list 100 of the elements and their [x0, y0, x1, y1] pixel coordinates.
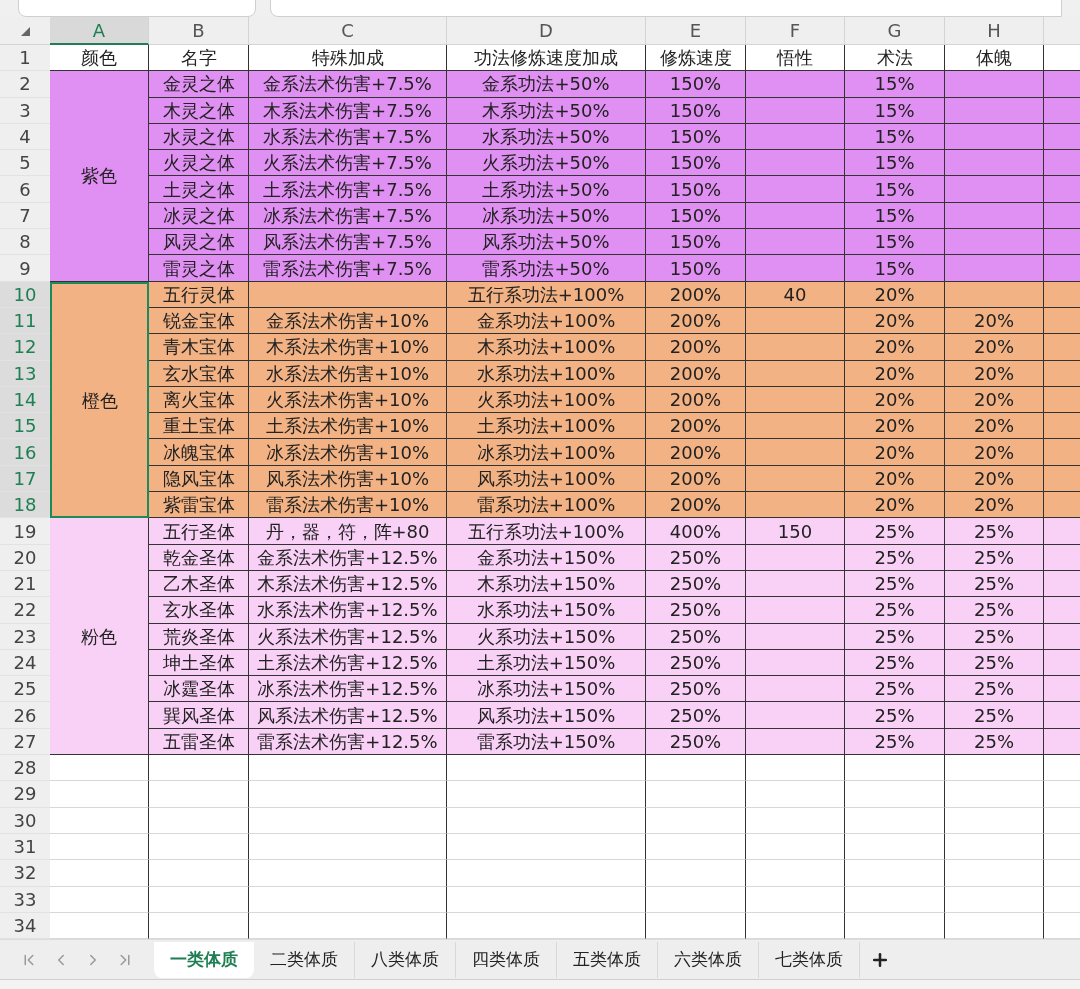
table-cell: 250% — [646, 676, 746, 703]
table-cell: 风系法术伤害+12.5% — [249, 702, 447, 729]
table-cell: 风系功法+50% — [447, 229, 646, 256]
table-cell: 风系法术伤害+7.5% — [249, 229, 447, 256]
table-cell: 土系法术伤害+10% — [249, 413, 447, 440]
table-cell: 坤土圣体 — [149, 649, 249, 677]
sheet-tab[interactable]: 二类体质 — [254, 941, 355, 978]
table-cell: 风灵之体 — [149, 229, 249, 256]
row-header[interactable]: 11 — [0, 307, 50, 335]
table-cell: 雷系法术伤害+10% — [249, 492, 447, 519]
table-cell: 20% — [945, 413, 1044, 440]
column-header[interactable]: F — [746, 17, 845, 45]
table-cell: 20% — [845, 492, 945, 519]
row-header[interactable]: 15 — [0, 413, 50, 440]
table-cell: 重土宝体 — [149, 413, 249, 440]
table-cell: 火系功法+150% — [447, 623, 646, 650]
table-cell: 冰系法术伤害+10% — [249, 439, 447, 466]
column-header[interactable]: A — [50, 17, 149, 45]
table-cell: 水系功法+50% — [447, 123, 646, 151]
table-cell: 15% — [845, 176, 945, 203]
table-cell: 20% — [845, 307, 945, 335]
table-cell: 水系法术伤害+10% — [249, 360, 447, 387]
row-header[interactable]: 17 — [0, 465, 50, 493]
table-cell: 40 — [746, 281, 845, 308]
table-cell: 25% — [845, 623, 945, 650]
column-header[interactable]: D — [447, 17, 646, 45]
sheet-tab[interactable]: 四类体质 — [456, 941, 557, 978]
row-header[interactable]: 18 — [0, 492, 50, 519]
formula-field[interactable] — [270, 0, 1062, 17]
table-cell: 20% — [945, 492, 1044, 519]
table-cell: 冰系法术伤害+12.5% — [249, 676, 447, 703]
table-cell: 150 — [746, 518, 845, 545]
table-cell: 冰霆圣体 — [149, 676, 249, 703]
table-cell: 玄水宝体 — [149, 360, 249, 387]
table-cell: 200% — [646, 307, 746, 335]
table-cell: 火系法术伤害+7.5% — [249, 150, 447, 177]
table-cell: 金系法术伤害+10% — [249, 307, 447, 335]
sheet-tab[interactable]: 五类体质 — [557, 941, 658, 978]
table-cell: 150% — [646, 71, 746, 98]
table-cell: 五行灵体 — [149, 281, 249, 308]
table-cell: 木系功法+150% — [447, 570, 646, 598]
table-cell: 20% — [845, 334, 945, 361]
table-cell: 五行系功法+100% — [447, 281, 646, 308]
table-cell: 150% — [646, 202, 746, 230]
table-cell: 金系法术伤害+7.5% — [249, 71, 447, 98]
table-cell: 冰灵之体 — [149, 202, 249, 230]
table-cell: 金系法术伤害+12.5% — [249, 544, 447, 571]
table-cell: 250% — [646, 544, 746, 571]
table-cell: 20% — [845, 360, 945, 387]
table-cell: 25% — [845, 544, 945, 571]
table-cell: 隐风宝体 — [149, 465, 249, 493]
table-cell: 冰系功法+50% — [447, 202, 646, 230]
table-cell: 150% — [646, 229, 746, 256]
column-header[interactable]: H — [945, 17, 1044, 45]
column-header[interactable]: G — [845, 17, 945, 45]
row-header[interactable]: 16 — [0, 439, 50, 466]
table-cell: 25% — [845, 570, 945, 598]
row-header[interactable]: 14 — [0, 386, 50, 414]
row-header[interactable]: 12 — [0, 334, 50, 361]
table-cell: 火系功法+100% — [447, 386, 646, 414]
table-cell: 水灵之体 — [149, 123, 249, 151]
header-cell: 名字 — [149, 45, 249, 72]
sheet-tab[interactable]: 八类体质 — [355, 941, 456, 978]
table-cell: 风系法术伤害+10% — [249, 465, 447, 493]
table-cell: 土系功法+50% — [447, 176, 646, 203]
table-cell: 25% — [945, 623, 1044, 650]
row-header[interactable]: 10 — [0, 281, 50, 308]
table-cell: 雷系功法+150% — [447, 728, 646, 755]
table-cell: 20% — [845, 386, 945, 414]
table-cell: 巽风圣体 — [149, 702, 249, 729]
table-cell: 五雷圣体 — [149, 728, 249, 755]
select-all-icon[interactable] — [20, 27, 30, 36]
table-cell: 15% — [845, 123, 945, 151]
table-cell: 15% — [845, 202, 945, 230]
table-cell: 木系功法+100% — [447, 334, 646, 361]
table-cell: 土系功法+100% — [447, 413, 646, 440]
group-cell: 紫色 — [50, 71, 149, 282]
table-cell: 冰系功法+100% — [447, 439, 646, 466]
table-cell: 250% — [646, 728, 746, 755]
column-header[interactable]: E — [646, 17, 746, 45]
table-cell: 冰魄宝体 — [149, 439, 249, 466]
column-header[interactable]: C — [249, 17, 447, 45]
table-cell: 200% — [646, 465, 746, 493]
sheet-tab[interactable]: 七类体质 — [759, 941, 860, 978]
table-cell: 250% — [646, 702, 746, 729]
sheet-tab[interactable]: 一类体质 — [154, 941, 254, 978]
row-header[interactable]: 13 — [0, 360, 50, 387]
table-cell: 20% — [845, 465, 945, 493]
column-header[interactable]: B — [149, 17, 249, 45]
table-cell: 土系法术伤害+7.5% — [249, 176, 447, 203]
table-cell: 乾金圣体 — [149, 544, 249, 571]
header-cell: 功法修炼速度加成 — [447, 45, 646, 72]
table-cell: 金系功法+100% — [447, 307, 646, 335]
name-box-field[interactable] — [18, 0, 256, 17]
header-cell: 体魄 — [945, 45, 1044, 72]
table-cell: 荒炎圣体 — [149, 623, 249, 650]
table-cell: 20% — [845, 439, 945, 466]
sheet-tab[interactable]: 六类体质 — [658, 941, 759, 978]
table-cell: 火系法术伤害+12.5% — [249, 623, 447, 650]
table-cell: 20% — [845, 413, 945, 440]
